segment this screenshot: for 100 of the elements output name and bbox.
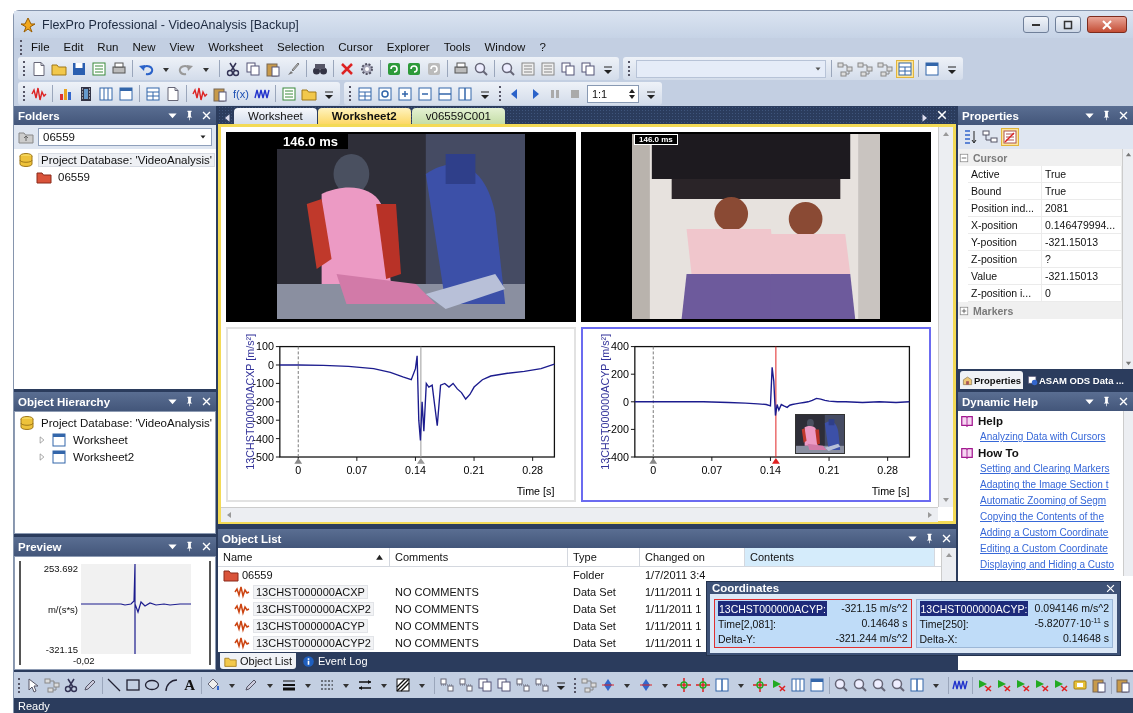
table-cell[interactable]: 06559 <box>242 569 273 582</box>
y-tick-label: 100 <box>256 340 274 353</box>
document-tab[interactable]: Worksheet <box>234 108 317 124</box>
y-tick-label: 200 <box>611 368 629 381</box>
formula-button[interactable]: f(x) <box>232 87 250 100</box>
table-cell: NO COMMENTS <box>395 619 479 632</box>
menu-item[interactable]: Window <box>477 41 533 53</box>
zoom-field[interactable]: 1:1 <box>586 84 639 103</box>
table-cell: Data Set <box>573 636 616 649</box>
time-overlay: 146.0 ms <box>277 134 348 149</box>
menu-item[interactable]: ? <box>532 41 553 53</box>
panel-title: Preview <box>18 540 62 553</box>
cursor-readout[interactable]: 13CHST000000ACYP: 0.094146 m/s^2 Time[250]: -5.82077·10$^{-11}$ s Delta-X: 0.14648 s <box>915 599 1113 648</box>
category-label: Markers <box>973 304 1014 317</box>
panel-title: Folders <box>18 109 60 122</box>
readout-value: -5.82077·10$^{-11}$ s <box>1033 616 1109 631</box>
y-tick-label: 0 <box>623 395 629 408</box>
menu-item[interactable]: Edit <box>56 41 91 53</box>
help-heading: How To <box>978 447 1019 459</box>
panel-tab[interactable]: Object List <box>220 653 296 669</box>
help-link[interactable]: Copying the Contents of the <box>960 509 1123 525</box>
x-tick-label: 0.07 <box>701 463 723 476</box>
property-name: X-position <box>968 217 1042 234</box>
panel-tab[interactable]: Event Log <box>297 653 372 669</box>
panel-title: Dynamic Help <box>962 395 1039 408</box>
document-tab[interactable]: Worksheet2 <box>317 108 411 124</box>
column-header[interactable]: Name <box>218 548 390 566</box>
table-cell: 1/7/2011 3:4 <box>645 569 706 582</box>
panel-title: Properties <box>962 109 1019 122</box>
axis-title: Time [s] <box>871 485 910 498</box>
axis-label: -321.15 <box>45 644 78 655</box>
x-tick-label: 0 <box>295 463 302 476</box>
readout-value: -321.244 m/s^2 <box>834 631 908 646</box>
readout-value: 0.14648 s <box>1061 631 1109 646</box>
table-cell: Data Set <box>573 603 616 615</box>
menu-item[interactable]: Selection <box>269 41 332 53</box>
axis-label: -0,02 <box>73 655 95 666</box>
column-header[interactable]: Type <box>568 548 640 566</box>
menu-item[interactable]: Cursor <box>331 41 380 53</box>
x-tick-label: 0.14 <box>760 463 781 476</box>
text-tool-button[interactable]: A <box>182 676 198 694</box>
help-link[interactable]: Adding a Custom Coordinate <box>960 525 1123 541</box>
tree-item[interactable]: Worksheet2 <box>71 450 137 463</box>
folder-field[interactable]: 06559 <box>38 128 212 146</box>
axis-label: 253.692 <box>43 563 78 574</box>
table-cell: Folder <box>573 569 605 582</box>
menu-item[interactable]: Tools <box>436 41 478 53</box>
table-cell: NO COMMENTS <box>395 603 479 615</box>
table-cell: 1/11/2011 1 <box>645 619 702 632</box>
panel-tab[interactable]: Properties <box>960 371 1023 389</box>
table-cell: NO COMMENTS <box>395 636 479 649</box>
tree-item[interactable]: Worksheet <box>71 433 130 446</box>
x-tick-label: 0.07 <box>346 463 368 476</box>
panel-tab[interactable]: ASAM ODS Data ... <box>1025 371 1126 389</box>
menu-item[interactable]: New <box>125 41 163 53</box>
table-cell[interactable]: 13CHST000000ACXP <box>253 585 368 600</box>
channel-label: 13CHST000000ACYP: <box>718 601 827 616</box>
property-name: Position ind... <box>968 200 1042 217</box>
panel-title: Object Hierarchy <box>18 395 111 408</box>
help-link[interactable]: Displaying and Hiding a Custo <box>960 557 1123 573</box>
document-tab[interactable]: v06559C001 <box>411 108 505 124</box>
readout-label: Time[250]: <box>919 616 970 631</box>
help-link[interactable]: Adapting the Image Section t <box>960 477 1123 493</box>
readout-label: Delta-Y: <box>718 631 757 646</box>
menu-item[interactable]: File <box>24 41 57 53</box>
table-cell: NO COMMENTS <box>395 586 479 599</box>
table-cell: Data Set <box>573 619 616 632</box>
table-cell[interactable]: 13CHST000000ACYP2 <box>253 635 374 650</box>
x-tick-label: 0.21 <box>463 463 485 476</box>
axis-label: m/(s*s) <box>47 603 78 615</box>
time-overlay: 146.0 ms <box>634 134 678 145</box>
menu-item[interactable]: Run <box>90 41 126 53</box>
help-link[interactable]: Editing a Custom Coordinate <box>960 541 1123 557</box>
table-cell[interactable]: 13CHST000000ACXP2 <box>253 602 374 616</box>
help-link[interactable]: Automatic Zooming of Segm <box>960 493 1123 509</box>
readout-value: -321.15 m/s^2 <box>840 601 908 616</box>
tree-item[interactable]: Project Database: 'VideoAnalysis' <box>39 416 215 429</box>
table-cell[interactable]: 13CHST000000ACYP <box>253 618 368 633</box>
help-link[interactable]: Setting and Clearing Markers <box>960 461 1123 477</box>
menu-item[interactable]: Worksheet <box>201 41 270 53</box>
readout-value: 0.094146 m/s^2 <box>1033 601 1109 616</box>
help-link[interactable]: Analyzing Data with Cursors <box>960 429 1123 445</box>
tree-item[interactable]: Project Database: 'VideoAnalysis' <box>38 152 216 167</box>
y-tick-label: -100 <box>252 377 274 390</box>
x-tick-label: 0.21 <box>818 463 840 476</box>
window-title: FlexPro Professional - VideoAnalysis [Backup] <box>42 17 299 32</box>
column-header[interactable]: Comments <box>390 548 568 566</box>
readout-label: Delta-X: <box>919 631 959 646</box>
x-tick-label: 0.14 <box>405 463 426 476</box>
property-name: Z-position <box>968 251 1042 268</box>
panel-title: Object List <box>222 532 282 545</box>
y-tick-label: 400 <box>611 340 629 353</box>
property-name: Active <box>968 166 1042 183</box>
window-title: Coordinates <box>712 582 780 594</box>
cursor-readout[interactable]: 13CHST000000ACYP: -321.15 m/s^2 Time[2,081]: 0.14648 s Delta-Y: -321.244 m/s^2 <box>714 599 912 648</box>
menu-item[interactable]: Explorer <box>379 41 437 53</box>
menu-item[interactable]: View <box>162 41 202 53</box>
tree-item[interactable]: 06559 <box>56 170 92 183</box>
column-header[interactable]: Contents <box>745 548 935 566</box>
channel-label: 13CHST000000ACYP: <box>919 601 1029 616</box>
